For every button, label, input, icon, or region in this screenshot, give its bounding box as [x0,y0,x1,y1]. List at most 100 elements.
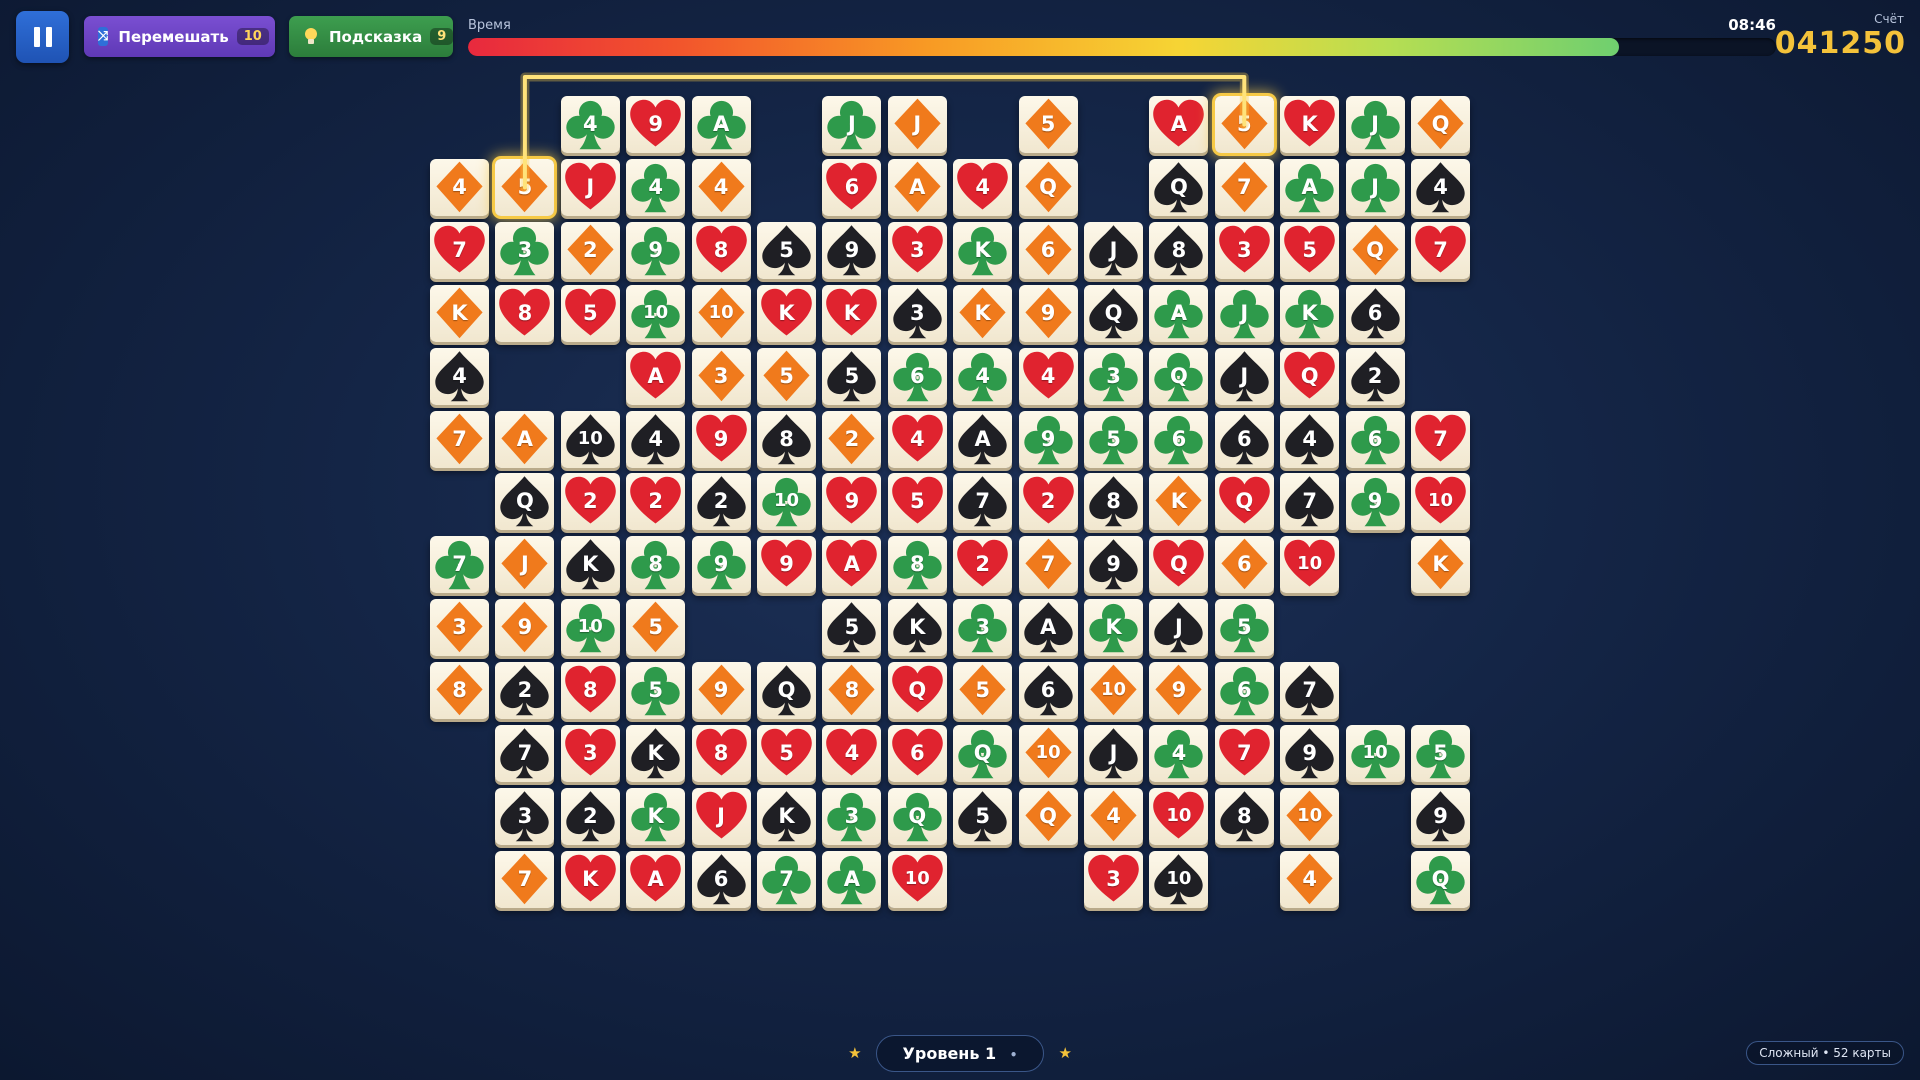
card-tile[interactable]: K [757,787,816,845]
card-tile[interactable]: 9 [626,96,686,153]
card-tile[interactable]: 5 [822,599,882,657]
card-tile[interactable]: 9 [1018,410,1078,468]
card-tile[interactable]: Q [887,787,947,845]
card-tile[interactable]: 7 [1214,158,1274,216]
card-tile[interactable]: 4 [1411,158,1470,216]
card-tile[interactable]: Q [1149,158,1209,216]
card-tile[interactable]: 5 [495,158,555,216]
card-tile[interactable]: 8 [626,536,686,594]
card-tile[interactable]: J [691,787,751,845]
card-tile[interactable]: 7 [1280,473,1340,531]
card-tile[interactable]: A [1018,599,1078,657]
card-tile[interactable]: 8 [691,221,751,279]
card-tile[interactable]: 6 [1345,284,1405,342]
card-tile[interactable]: 10 [1411,473,1470,531]
card-tile[interactable]: 9 [691,410,751,468]
card-tile[interactable]: 10 [1149,850,1209,908]
card-tile[interactable]: Q [1018,158,1078,216]
card-tile[interactable]: 3 [495,221,555,279]
card-tile[interactable]: 5 [1280,221,1340,279]
card-tile[interactable]: 2 [626,473,686,531]
card-tile[interactable]: 5 [757,725,816,782]
card-tile[interactable]: 7 [1018,536,1078,594]
card-tile[interactable]: 6 [1214,410,1274,468]
card-tile[interactable]: Q [1149,536,1209,594]
card-tile[interactable]: 5 [626,662,686,720]
card-tile[interactable]: 5 [887,473,947,531]
card-tile[interactable]: 10 [757,473,816,531]
card-tile[interactable]: 5 [1214,599,1274,657]
card-tile[interactable]: 10 [1345,725,1405,782]
card-tile[interactable]: 6 [822,158,882,216]
card-tile[interactable]: 9 [691,536,751,594]
card-tile[interactable]: 10 [1084,662,1143,720]
card-tile[interactable]: J [822,96,882,153]
card-tile[interactable]: 3 [495,787,555,845]
card-tile[interactable]: 6 [691,850,751,908]
card-tile[interactable]: 9 [757,536,816,594]
card-tile[interactable]: 10 [1280,536,1340,594]
card-tile[interactable]: A [626,850,686,908]
card-tile[interactable]: 8 [757,410,816,468]
card-tile[interactable]: 9 [626,221,686,279]
card-tile[interactable]: Q [953,725,1013,782]
card-tile[interactable]: 5 [1411,725,1470,782]
card-tile[interactable]: J [560,158,620,216]
card-tile[interactable]: A [822,850,882,908]
card-tile[interactable]: K [757,284,816,342]
card-tile[interactable]: 3 [887,284,947,342]
card-tile[interactable]: 5 [560,284,620,342]
card-tile[interactable]: Q [1345,221,1405,279]
card-tile[interactable]: 7 [495,850,555,908]
card-tile[interactable]: 7 [495,725,555,782]
card-tile[interactable]: 8 [495,284,555,342]
card-tile[interactable]: 10 [1280,787,1340,845]
card-tile[interactable]: 10 [691,284,751,342]
card-tile[interactable]: K [560,536,620,594]
card-tile[interactable]: K [887,599,947,657]
card-tile[interactable]: K [1280,284,1340,342]
card-tile[interactable]: Q [1280,347,1340,405]
card-tile[interactable]: 3 [1084,347,1143,405]
card-tile[interactable]: K [822,284,882,342]
card-tile[interactable]: A [953,410,1013,468]
card-tile[interactable]: 10 [560,599,620,657]
card-tile[interactable]: 5 [626,599,686,657]
card-tile[interactable]: 3 [1084,850,1143,908]
card-tile[interactable]: K [626,787,686,845]
card-tile[interactable]: 4 [1280,410,1340,468]
card-tile[interactable]: 3 [1214,221,1274,279]
card-tile[interactable]: 3 [430,599,489,657]
card-tile[interactable]: A [822,536,882,594]
card-tile[interactable]: A [887,158,947,216]
card-tile[interactable]: 9 [1280,725,1340,782]
card-tile[interactable]: K [953,284,1013,342]
card-tile[interactable]: 10 [626,284,686,342]
card-tile[interactable]: K [430,284,489,342]
card-tile[interactable]: A [1280,158,1340,216]
card-tile[interactable]: 5 [1214,96,1274,153]
card-tile[interactable]: 5 [757,221,816,279]
card-tile[interactable]: 6 [1214,536,1274,594]
card-tile[interactable]: 9 [1149,662,1209,720]
card-tile[interactable]: 8 [560,662,620,720]
card-tile[interactable]: 6 [887,725,947,782]
card-tile[interactable]: 3 [822,787,882,845]
card-tile[interactable]: 9 [1084,536,1143,594]
card-tile[interactable]: 2 [1345,347,1405,405]
card-tile[interactable]: 4 [560,96,620,153]
card-tile[interactable]: A [1149,284,1209,342]
card-tile[interactable]: J [887,96,947,153]
card-tile[interactable]: 3 [887,221,947,279]
card-tile[interactable]: 5 [953,787,1013,845]
card-tile[interactable]: 8 [1084,473,1143,531]
card-tile[interactable]: A [691,96,751,153]
card-tile[interactable]: 8 [887,536,947,594]
card-tile[interactable]: 8 [430,662,489,720]
card-tile[interactable]: 7 [1411,410,1470,468]
card-tile[interactable]: 2 [1018,473,1078,531]
card-tile[interactable]: Q [1411,850,1470,908]
card-tile[interactable]: 2 [691,473,751,531]
card-tile[interactable]: 9 [1018,284,1078,342]
card-tile[interactable]: 4 [691,158,751,216]
